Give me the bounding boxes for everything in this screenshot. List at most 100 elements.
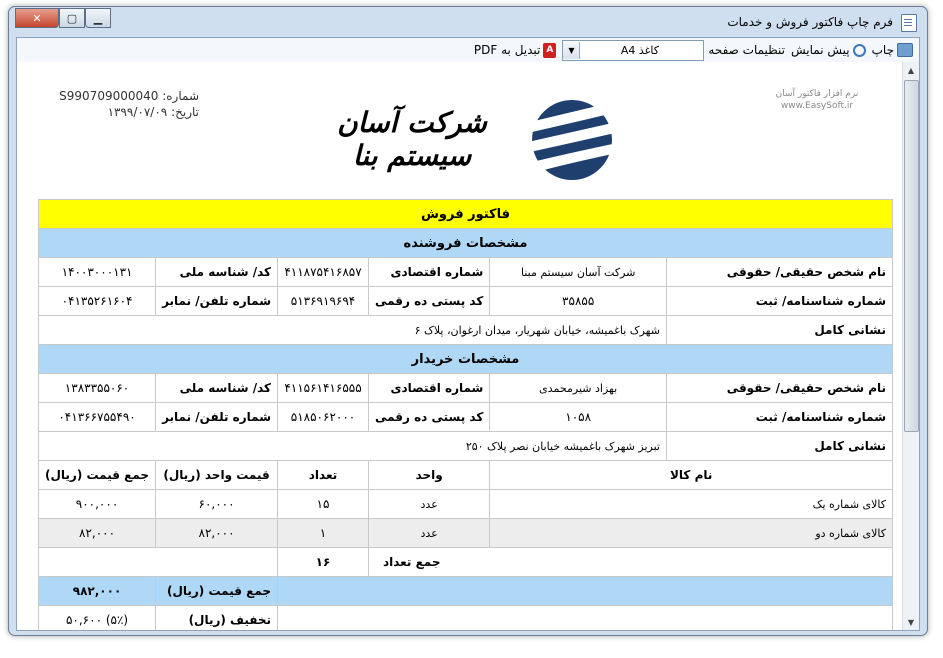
seller-postal-label: کد پستی ده رقمی xyxy=(367,286,491,316)
buyer-address-value: تبریز شهرک باغمیشه خیابان نصر پلاک ۲۵۰ xyxy=(38,431,667,461)
invoice-title: فاکتور فروش xyxy=(38,199,893,229)
buyer-reg-label: شماره شناسنامه/ ثبت xyxy=(665,402,894,432)
maximize-button[interactable]: ▢ xyxy=(59,8,85,28)
paper-size-select[interactable]: کاغذ A4 ▼ xyxy=(562,39,705,61)
scroll-up-icon[interactable]: ▲ xyxy=(903,62,919,78)
seller-name-label: نام شخص حقیقی/ حقوقی xyxy=(665,257,894,287)
pdf-icon: A xyxy=(543,42,557,58)
minimize-icon: ▁ xyxy=(93,11,103,25)
buyer-section-title: مشخصات خریدار xyxy=(38,344,893,374)
buyer-phone-label: شماره تلفن/ نمابر xyxy=(155,402,279,432)
vertical-scrollbar[interactable]: ▲ ▼ xyxy=(902,62,919,630)
scroll-down-icon[interactable]: ▼ xyxy=(903,614,919,630)
close-icon: ✕ xyxy=(32,11,42,25)
col-item-name: نام کالا xyxy=(489,460,893,490)
pdf-export-button[interactable]: A تبدیل به PDF xyxy=(473,42,557,58)
seller-economic-label: شماره اقتصادی xyxy=(367,257,491,287)
pdf-export-label: تبدیل به PDF xyxy=(473,43,541,57)
sum-qty-empty xyxy=(37,547,279,577)
sum-price-value: ۹۸۲,۰۰۰ xyxy=(37,576,157,606)
printer-icon xyxy=(897,43,913,57)
sum-price-spacer xyxy=(277,576,893,606)
number-label: شماره: xyxy=(162,89,199,103)
window-title: فرم چاپ فاکتور فروش و خدمات xyxy=(727,15,893,29)
buyer-economic-value: ۴۱۱۵۶۱۴۱۶۵۵۵ xyxy=(277,373,369,403)
sum-price-label: جمع قیمت (ریال) xyxy=(155,576,279,606)
item-unit: عدد xyxy=(367,518,491,548)
item-name: کالای شماره دو xyxy=(489,518,893,548)
buyer-national-value: ۱۳۸۳۳۵۵۰۶۰ xyxy=(37,373,157,403)
col-unit-price: قیمت واحد (ریال) xyxy=(155,460,279,490)
preview-button[interactable]: پیش نمایش xyxy=(791,43,866,57)
buyer-name-value: بهزاد شیرمحمدی xyxy=(489,373,667,403)
buyer-address-label: نشانی کامل xyxy=(665,431,894,461)
table-row: کالای شماره یک عدد ۱۵ ۶۰,۰۰۰ ۹۰۰,۰۰۰ xyxy=(37,489,893,519)
document-icon xyxy=(901,14,917,32)
title-bar[interactable]: فرم چاپ فاکتور فروش و خدمات ✕ ▢ ▁ xyxy=(9,7,927,37)
buyer-postal-value: ۵۱۸۵۰۶۲۰۰۰ xyxy=(277,402,369,432)
item-total: ۸۲,۰۰۰ xyxy=(37,518,157,548)
chevron-down-icon[interactable]: ▼ xyxy=(563,41,581,59)
magnifier-icon xyxy=(852,43,866,57)
item-unit-price: ۸۲,۰۰۰ xyxy=(155,518,279,548)
item-unit-price: ۶۰,۰۰۰ xyxy=(155,489,279,519)
seller-national-label: کد/ شناسه ملی xyxy=(155,257,279,287)
discount-spacer xyxy=(277,605,893,630)
col-qty: تعداد xyxy=(277,460,369,490)
discount-row: تخفیف (ریال) (۵٪) ۵۰,۶۰۰ xyxy=(37,605,893,630)
seller-phone-value: ۰۴۱۳۵۲۶۱۶۰۴ xyxy=(37,286,157,316)
company-logo: شرکت آسان سیستم بنا xyxy=(307,92,628,182)
item-unit: عدد xyxy=(367,489,491,519)
buyer-name-label: نام شخص حقیقی/ حقوقی xyxy=(665,373,894,403)
item-qty: ۱ xyxy=(277,518,369,548)
invoice-print-window: فرم چاپ فاکتور فروش و خدمات ✕ ▢ ▁ چاپ پی… xyxy=(8,6,928,636)
minimize-button[interactable]: ▁ xyxy=(85,8,111,28)
seller-address-label: نشانی کامل xyxy=(665,315,894,345)
close-button[interactable]: ✕ xyxy=(15,8,59,28)
seller-postal-value: ۵۱۳۶۹۱۹۶۹۴ xyxy=(277,286,369,316)
page-settings-button[interactable]: تنظیمات صفحه xyxy=(20,43,785,78)
buyer-national-label: کد/ شناسه ملی xyxy=(155,373,279,403)
invoice-date: ۱۳۹۹/۰۷/۰۹ xyxy=(107,105,168,119)
seller-economic-value: ۴۱۱۸۷۵۴۱۶۸۵۷ xyxy=(277,257,369,287)
date-label: تاریخ: xyxy=(171,105,199,119)
buyer-reg-value: ۱۰۵۸ xyxy=(489,402,667,432)
item-name: کالای شماره یک xyxy=(489,489,893,519)
logo-text: شرکت آسان سیستم بنا xyxy=(337,106,487,172)
seller-section-title: مشخصات فروشنده xyxy=(38,228,893,258)
invoice-table: فاکتور فروش مشخصات فروشنده نام شخص حقیقی… xyxy=(37,199,894,630)
buyer-phone-value: ۰۴۱۳۶۶۷۵۵۴۹۰ xyxy=(37,402,157,432)
invoice-number: S990709000040 xyxy=(59,89,159,103)
discount-value: (۵٪) ۵۰,۶۰۰ xyxy=(37,605,157,630)
buyer-postal-label: کد پستی ده رقمی xyxy=(367,402,491,432)
page-settings-label: تنظیمات صفحه xyxy=(708,43,785,57)
company-note: نرم افزار فاکتور آسان www.EasySoft.ir xyxy=(763,88,871,112)
company-note-line2: www.EasySoft.ir xyxy=(780,101,854,111)
seller-address-value: شهرک باغمیشه، خیابان شهریار، میدان ارغوا… xyxy=(38,315,667,345)
seller-reg-value: ۳۵۸۵۵ xyxy=(489,286,667,316)
print-button[interactable]: چاپ xyxy=(872,43,913,57)
window-controls: ✕ ▢ ▁ xyxy=(15,8,111,28)
paper-size-value: کاغذ A4 xyxy=(620,43,659,57)
items-header-row: نام کالا واحد تعداد قیمت واحد (ریال) جمع… xyxy=(37,460,893,490)
sum-qty-row: جمع تعداد ۱۶ xyxy=(37,547,894,577)
print-label: چاپ xyxy=(871,43,894,57)
col-total: جمع قیمت (ریال) xyxy=(37,460,157,490)
client-area: چاپ پیش نمایش تنظیمات صفحه کاغذ A4 ▼ A ت… xyxy=(16,37,920,631)
seller-phone-label: شماره تلفن/ نمابر xyxy=(155,286,279,316)
seller-national-value: ۱۴۰۰۳۰۰۰۱۳۱ xyxy=(37,257,157,287)
invoice-meta: شماره: S990709000040 تاریخ: ۱۳۹۹/۰۷/۰۹ xyxy=(39,88,199,120)
toolbar: چاپ پیش نمایش تنظیمات صفحه کاغذ A4 ▼ A ت… xyxy=(17,38,919,78)
maximize-icon: ▢ xyxy=(66,11,78,25)
col-unit: واحد xyxy=(367,460,491,490)
scroll-thumb[interactable] xyxy=(904,80,919,432)
table-row: کالای شماره دو عدد ۱ ۸۲,۰۰۰ ۸۲,۰۰۰ xyxy=(37,518,893,548)
buyer-economic-label: شماره اقتصادی xyxy=(367,373,491,403)
discount-label: تخفیف (ریال) xyxy=(155,605,279,630)
item-total: ۹۰۰,۰۰۰ xyxy=(37,489,157,519)
preview-label: پیش نمایش xyxy=(790,43,850,57)
sum-qty-label: جمع تعداد xyxy=(367,547,894,577)
item-qty: ۱۵ xyxy=(277,489,369,519)
sum-price-row: جمع قیمت (ریال) ۹۸۲,۰۰۰ xyxy=(37,576,893,606)
sum-qty-value: ۱۶ xyxy=(277,547,369,577)
